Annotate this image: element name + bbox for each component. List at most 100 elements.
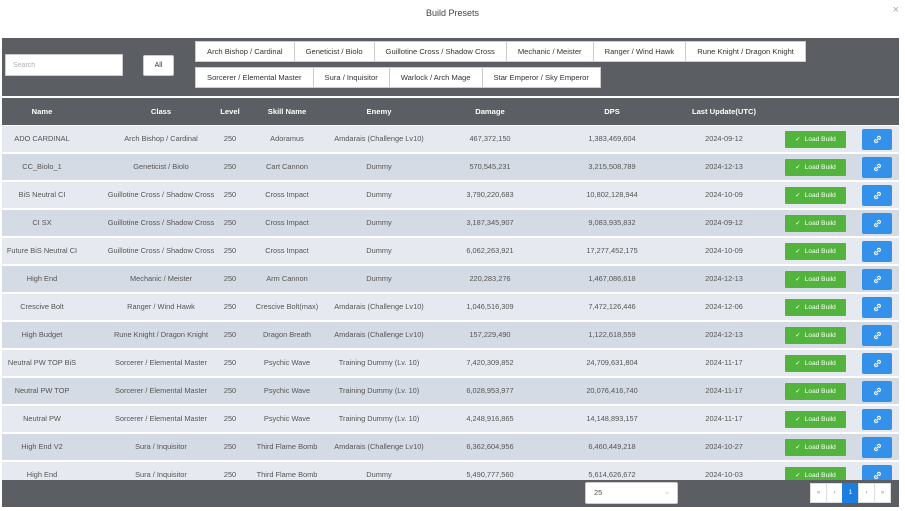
load-build-button[interactable]: ✓ Load Build [785, 355, 846, 372]
class-filter-button[interactable]: Sorcerer / Elemental Master [195, 67, 314, 88]
cell-date: 2024-09-12 [705, 218, 743, 227]
load-build-label: Load Build [804, 304, 836, 311]
cell-damage: 6,062,263,921 [466, 246, 514, 255]
cell-dps: 20,076,416,740 [586, 386, 638, 395]
column-header-name[interactable]: Name [2, 98, 82, 125]
copy-link-button[interactable] [862, 325, 892, 346]
copy-link-button[interactable] [862, 437, 892, 458]
cell-name: CI SX [32, 218, 52, 227]
load-build-label: Load Build [804, 332, 836, 339]
class-filter-button[interactable]: Geneticist / Biolo [293, 41, 375, 62]
last-page-button[interactable]: » [874, 483, 891, 503]
load-build-button[interactable]: ✓ Load Build [785, 187, 846, 204]
copy-link-button[interactable] [862, 269, 892, 290]
copy-link-button[interactable] [862, 241, 892, 262]
check-icon: ✓ [795, 276, 801, 283]
check-icon: ✓ [795, 360, 801, 367]
column-header-level[interactable]: Level [210, 98, 250, 125]
link-icon [873, 163, 881, 172]
load-build-button[interactable]: ✓ Load Build [785, 383, 846, 400]
load-build-button[interactable]: ✓ Load Build [785, 215, 846, 232]
class-filter-row: Arch Bishop / Cardinal Geneticist / Biolo… [195, 41, 806, 62]
cell-damage: 7,420,309,852 [466, 358, 514, 367]
class-filter-row: Sorcerer / Elemental Master Sura / Inquis… [195, 67, 601, 88]
cell-date: 2024-10-09 [705, 190, 743, 199]
copy-link-button[interactable] [862, 353, 892, 374]
cell-name: Neutral PW TOP [14, 386, 70, 395]
load-build-button[interactable]: ✓ Load Build [785, 439, 846, 456]
table-header: Name Class Level Skill Name Enemy Damage… [2, 98, 899, 125]
cell-enemy: Amdarais (Challenge Lv10) [334, 134, 424, 143]
load-build-button[interactable]: ✓ Load Build [785, 411, 846, 428]
load-build-button[interactable]: ✓ Load Build [785, 271, 846, 288]
table-body[interactable]: ADO CARDINAL Arch Bishop / Cardinal 250 Ado… [2, 126, 899, 480]
cell-enemy: Dummy [366, 218, 392, 227]
class-filter-button[interactable]: Rune Knight / Dragon Knight [685, 41, 806, 62]
table-row: Future BiS Neutral CI Guillotine Cross / … [2, 238, 899, 264]
load-build-button[interactable]: ✓ Load Build [785, 131, 846, 148]
cell-enemy: Amdarais (Challenge Lv10) [334, 442, 424, 451]
cell-dps: 3,215,508,789 [588, 162, 636, 171]
load-build-label: Load Build [804, 220, 836, 227]
load-build-button[interactable]: ✓ Load Build [785, 299, 846, 316]
load-build-button[interactable]: ✓ Load Build [785, 467, 846, 480]
link-icon [873, 303, 881, 312]
cell-damage: 3,790,220,683 [466, 190, 514, 199]
prev-page-button[interactable]: ‹ [826, 483, 843, 503]
cell-dps: 1,122,618,559 [588, 330, 636, 339]
filter-all-button[interactable]: All [143, 55, 174, 76]
load-build-button[interactable]: ✓ Load Build [785, 243, 846, 260]
cell-enemy: Dummy [366, 162, 392, 171]
link-icon [873, 135, 881, 144]
build-presets-dialog: Build Presets × All Arch Bishop / Cardin… [0, 0, 905, 511]
cell-damage: 570,545,231 [469, 162, 511, 171]
copy-link-button[interactable] [862, 185, 892, 206]
first-page-button[interactable]: « [810, 483, 827, 503]
next-page-button[interactable]: › [858, 483, 875, 503]
cell-name: CC_Biolo_1 [22, 162, 62, 171]
search-input[interactable] [5, 54, 123, 76]
check-icon: ✓ [795, 304, 801, 311]
table-row: Neutral PW TOP BiS Sorcerer / Elemental M… [2, 350, 899, 376]
copy-link-button[interactable] [862, 409, 892, 430]
pagination: « ‹ 1 › » [810, 483, 891, 503]
table-row: ADO CARDINAL Arch Bishop / Cardinal 250 Ado… [2, 126, 899, 152]
cell-name: High End V2 [21, 442, 63, 451]
load-build-label: Load Build [804, 164, 836, 171]
class-filter-button[interactable]: Mechanic / Meister [505, 41, 594, 62]
cell-name: ADO CARDINAL [14, 134, 70, 143]
load-build-label: Load Build [804, 416, 836, 423]
copy-link-button[interactable] [862, 129, 892, 150]
load-build-button[interactable]: ✓ Load Build [785, 159, 846, 176]
cell-damage: 157,229,490 [469, 330, 511, 339]
copy-link-button[interactable] [862, 213, 892, 234]
column-header-last-update[interactable]: Last Update(UTC) [674, 98, 774, 125]
check-icon: ✓ [795, 248, 801, 255]
cell-dps: 10,802,128,944 [586, 190, 638, 199]
column-header-damage[interactable]: Damage [442, 98, 538, 125]
cell-dps: 9,083,935,832 [588, 218, 636, 227]
copy-link-button[interactable] [862, 465, 892, 480]
close-icon[interactable]: × [893, 4, 899, 16]
copy-link-button[interactable] [862, 157, 892, 178]
page-size-select[interactable]: 25 ⌄ [585, 482, 678, 504]
page-1-button[interactable]: 1 [842, 483, 859, 503]
load-build-button[interactable]: ✓ Load Build [785, 327, 846, 344]
class-filter-button[interactable]: Warlock / Arch Mage [388, 67, 483, 88]
class-filter-button[interactable]: Star Emperor / Sky Emperor [481, 67, 601, 88]
link-icon [873, 471, 881, 480]
class-filter-button[interactable]: Ranger / Wind Hawk [592, 41, 687, 62]
link-icon [873, 443, 881, 452]
filter-bar: All Arch Bishop / CardinalGeneticist / B… [2, 38, 899, 96]
link-icon [873, 247, 881, 256]
column-header-enemy[interactable]: Enemy [314, 98, 444, 125]
table-footer: 25 ⌄ « ‹ 1 › » [2, 480, 899, 507]
cell-date: 2024-10-27 [705, 442, 743, 451]
class-filter-button[interactable]: Arch Bishop / Cardinal [195, 41, 295, 62]
copy-link-button[interactable] [862, 297, 892, 318]
class-filter-button[interactable]: Sura / Inquisitor [312, 67, 390, 88]
column-header-dps[interactable]: DPS [557, 98, 667, 125]
copy-link-button[interactable] [862, 381, 892, 402]
class-filter-button[interactable]: Guillotine Cross / Shadow Cross [373, 41, 507, 62]
cell-enemy: Dummy [366, 246, 392, 255]
